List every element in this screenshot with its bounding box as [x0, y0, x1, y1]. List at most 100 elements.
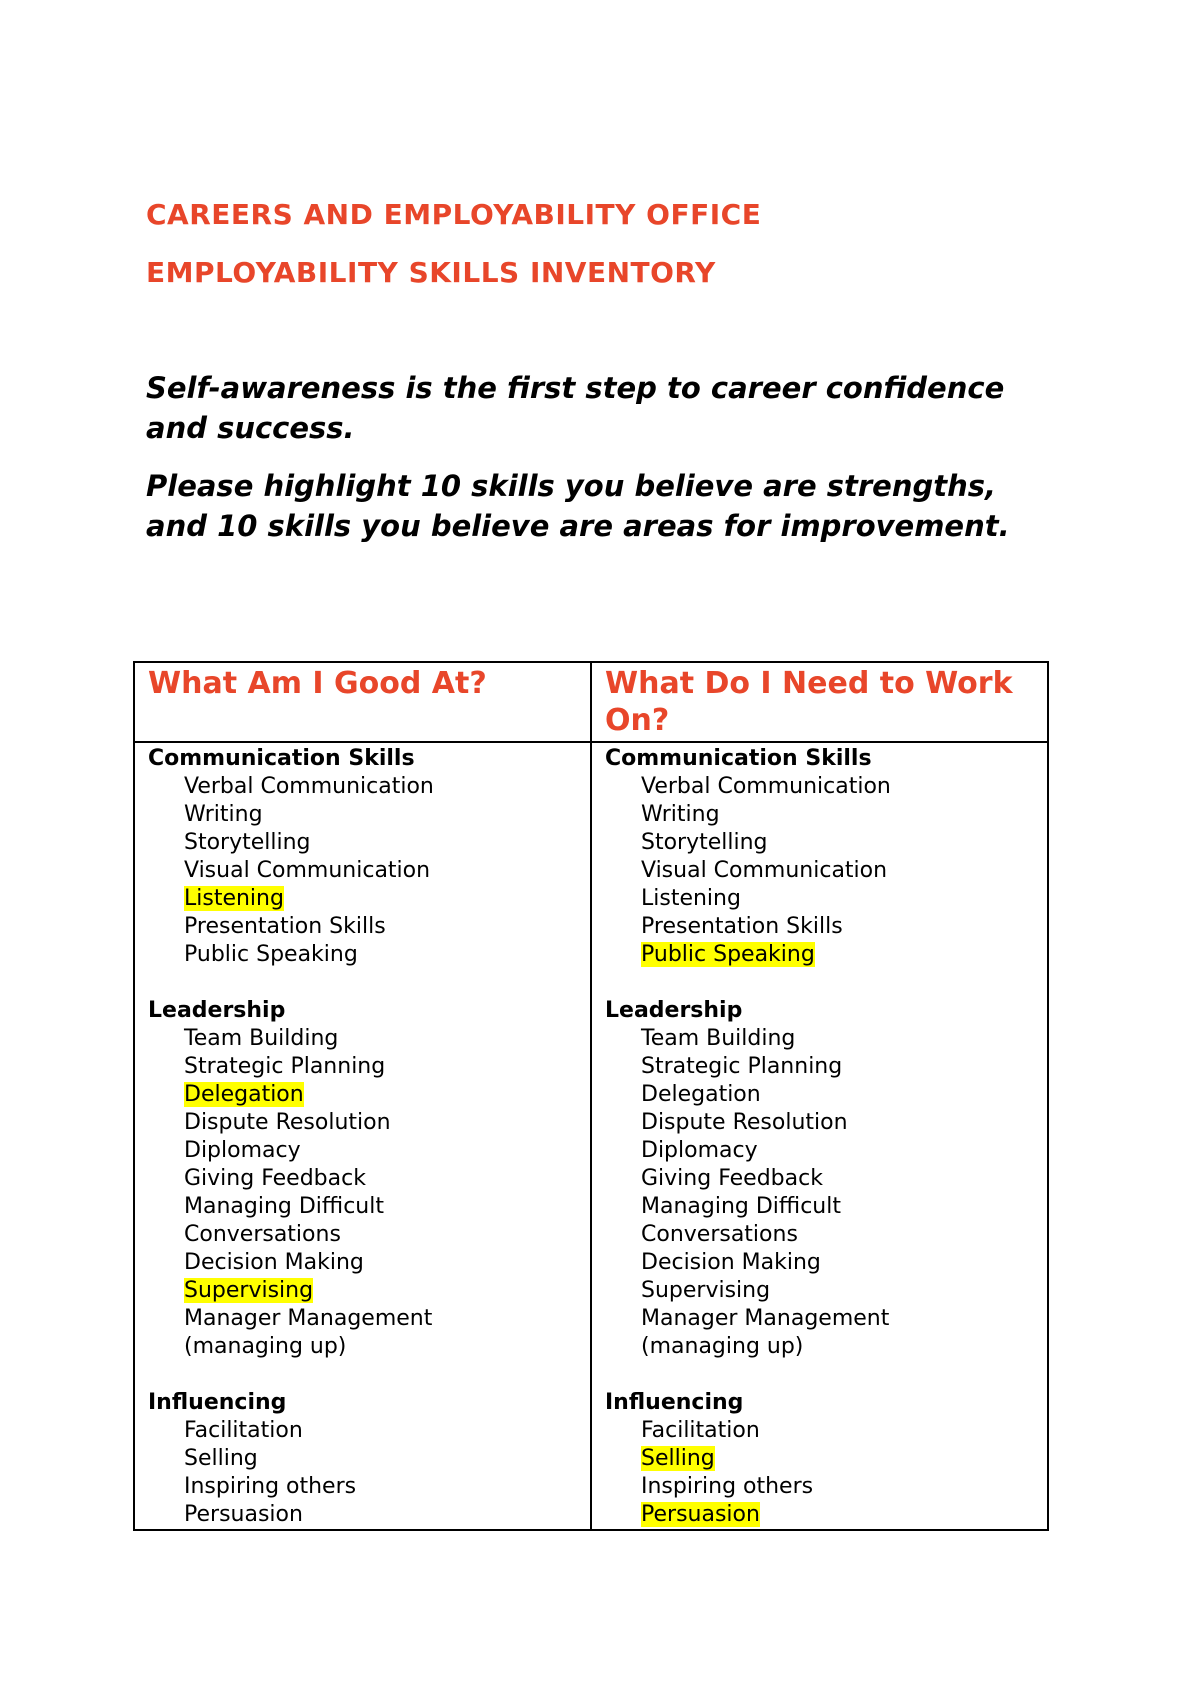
skill-item: Team Building	[605, 1025, 1047, 1053]
skill-label: Manager Management	[641, 1306, 890, 1331]
skill-item: Writing	[605, 801, 1047, 829]
skill-label: Supervising	[641, 1278, 771, 1303]
skill-label: Listening	[184, 886, 284, 911]
skill-item-highlighted: Listening	[148, 885, 590, 913]
column-header-strengths: What Am I Good At?	[133, 661, 592, 743]
skill-label: Public Speaking	[641, 942, 815, 967]
skill-label: Dispute Resolution	[184, 1110, 391, 1135]
group-spacer	[148, 969, 590, 997]
skill-item: (managing up)	[605, 1333, 1047, 1361]
skill-label: Selling	[184, 1446, 258, 1471]
column-header-improvements: What Do I Need to Work On?	[590, 661, 1049, 743]
skill-item: Manager Management	[148, 1305, 590, 1333]
skill-label: Delegation	[641, 1082, 761, 1107]
skill-item: (managing up)	[148, 1333, 590, 1361]
skill-item: Facilitation	[148, 1417, 590, 1445]
skill-label: Listening	[641, 886, 741, 911]
skill-item-highlighted: Persuasion	[605, 1501, 1047, 1529]
skill-item: Conversations	[605, 1221, 1047, 1249]
skill-label: Persuasion	[184, 1502, 303, 1527]
skill-item: Managing Difficult	[148, 1193, 590, 1221]
strengths-column: Communication Skills Verbal Communication…	[133, 741, 592, 1531]
skill-item: Inspiring others	[605, 1473, 1047, 1501]
skill-item: Storytelling	[148, 829, 590, 857]
skill-item: Conversations	[148, 1221, 590, 1249]
skill-item-highlighted: Selling	[605, 1445, 1047, 1473]
skill-item: Listening	[605, 885, 1047, 913]
skill-label: Diplomacy	[641, 1138, 758, 1163]
skill-label: Public Speaking	[184, 942, 358, 967]
skill-item: Decision Making	[148, 1249, 590, 1277]
skill-label: Strategic Planning	[641, 1054, 843, 1079]
skill-item-highlighted: Delegation	[148, 1081, 590, 1109]
skill-item: Public Speaking	[148, 941, 590, 969]
skill-label: Managing Difficult	[184, 1194, 384, 1219]
skill-label: Inspiring others	[184, 1474, 357, 1499]
group-spacer	[605, 969, 1047, 997]
skill-label: Storytelling	[184, 830, 311, 855]
instructions: Please highlight 10 skills you believe a…	[146, 469, 1010, 543]
skill-label: Presentation Skills	[184, 914, 386, 939]
skill-item: Storytelling	[605, 829, 1047, 857]
skill-label: Verbal Communication	[184, 774, 434, 799]
skill-item: Supervising	[605, 1277, 1047, 1305]
skill-label: Diplomacy	[184, 1138, 301, 1163]
skill-label: Strategic Planning	[184, 1054, 386, 1079]
table-body-row: Communication Skills Verbal Communication…	[133, 741, 1049, 1531]
skill-label: Conversations	[184, 1222, 341, 1247]
skill-label: (managing up)	[641, 1334, 804, 1359]
skill-label: Giving Feedback	[184, 1166, 366, 1191]
skill-label: Visual Communication	[184, 858, 431, 883]
skill-item: Dispute Resolution	[148, 1109, 590, 1137]
skill-label: Giving Feedback	[641, 1166, 823, 1191]
improvements-column: Communication Skills Verbal Communication…	[590, 741, 1049, 1531]
skill-group-title: Communication Skills	[148, 746, 415, 771]
skill-item: Dispute Resolution	[605, 1109, 1047, 1137]
office-title: CAREERS AND EMPLOYABILITY OFFICE	[146, 198, 762, 231]
skill-label: Inspiring others	[641, 1474, 814, 1499]
skill-group-title: Influencing	[605, 1390, 744, 1415]
skill-item: Diplomacy	[148, 1137, 590, 1165]
skill-item: Strategic Planning	[148, 1053, 590, 1081]
skill-label: Dispute Resolution	[641, 1110, 848, 1135]
skill-label: Team Building	[184, 1026, 339, 1051]
skill-item: Visual Communication	[605, 857, 1047, 885]
skill-item-highlighted: Public Speaking	[605, 941, 1047, 969]
skill-label: Team Building	[641, 1026, 796, 1051]
skill-item: Verbal Communication	[148, 773, 590, 801]
skill-item: Diplomacy	[605, 1137, 1047, 1165]
skill-item: Delegation	[605, 1081, 1047, 1109]
skill-group-title: Leadership	[148, 998, 286, 1023]
skill-label: Decision Making	[184, 1250, 364, 1275]
group-spacer	[148, 1361, 590, 1389]
skill-label: Storytelling	[641, 830, 768, 855]
skill-item: Facilitation	[605, 1417, 1047, 1445]
skill-label: Persuasion	[641, 1502, 760, 1527]
inventory-title: EMPLOYABILITY SKILLS INVENTORY	[146, 256, 716, 289]
skill-item: Writing	[148, 801, 590, 829]
skill-item: Giving Feedback	[148, 1165, 590, 1193]
skill-item: Verbal Communication	[605, 773, 1047, 801]
skill-label: Writing	[184, 802, 263, 827]
skill-label: Conversations	[641, 1222, 798, 1247]
skill-group-title: Influencing	[148, 1390, 287, 1415]
skill-label: Manager Management	[184, 1306, 433, 1331]
skill-item: Team Building	[148, 1025, 590, 1053]
intro-statement: Self-awareness is the first step to care…	[146, 371, 1005, 445]
skill-group-title: Leadership	[605, 998, 743, 1023]
skill-label: Supervising	[184, 1278, 314, 1303]
skill-item-highlighted: Supervising	[148, 1277, 590, 1305]
skill-item: Presentation Skills	[148, 913, 590, 941]
skill-label: Facilitation	[641, 1418, 760, 1443]
skill-label: (managing up)	[184, 1334, 347, 1359]
skill-item: Presentation Skills	[605, 913, 1047, 941]
skill-item: Inspiring others	[148, 1473, 590, 1501]
skills-table: What Am I Good At? What Do I Need to Wor…	[133, 661, 1049, 1531]
skill-item: Decision Making	[605, 1249, 1047, 1277]
skill-item: Visual Communication	[148, 857, 590, 885]
skill-item: Persuasion	[148, 1501, 590, 1529]
skill-label: Visual Communication	[641, 858, 888, 883]
skill-label: Verbal Communication	[641, 774, 891, 799]
skill-item: Managing Difficult	[605, 1193, 1047, 1221]
skill-label: Managing Difficult	[641, 1194, 841, 1219]
